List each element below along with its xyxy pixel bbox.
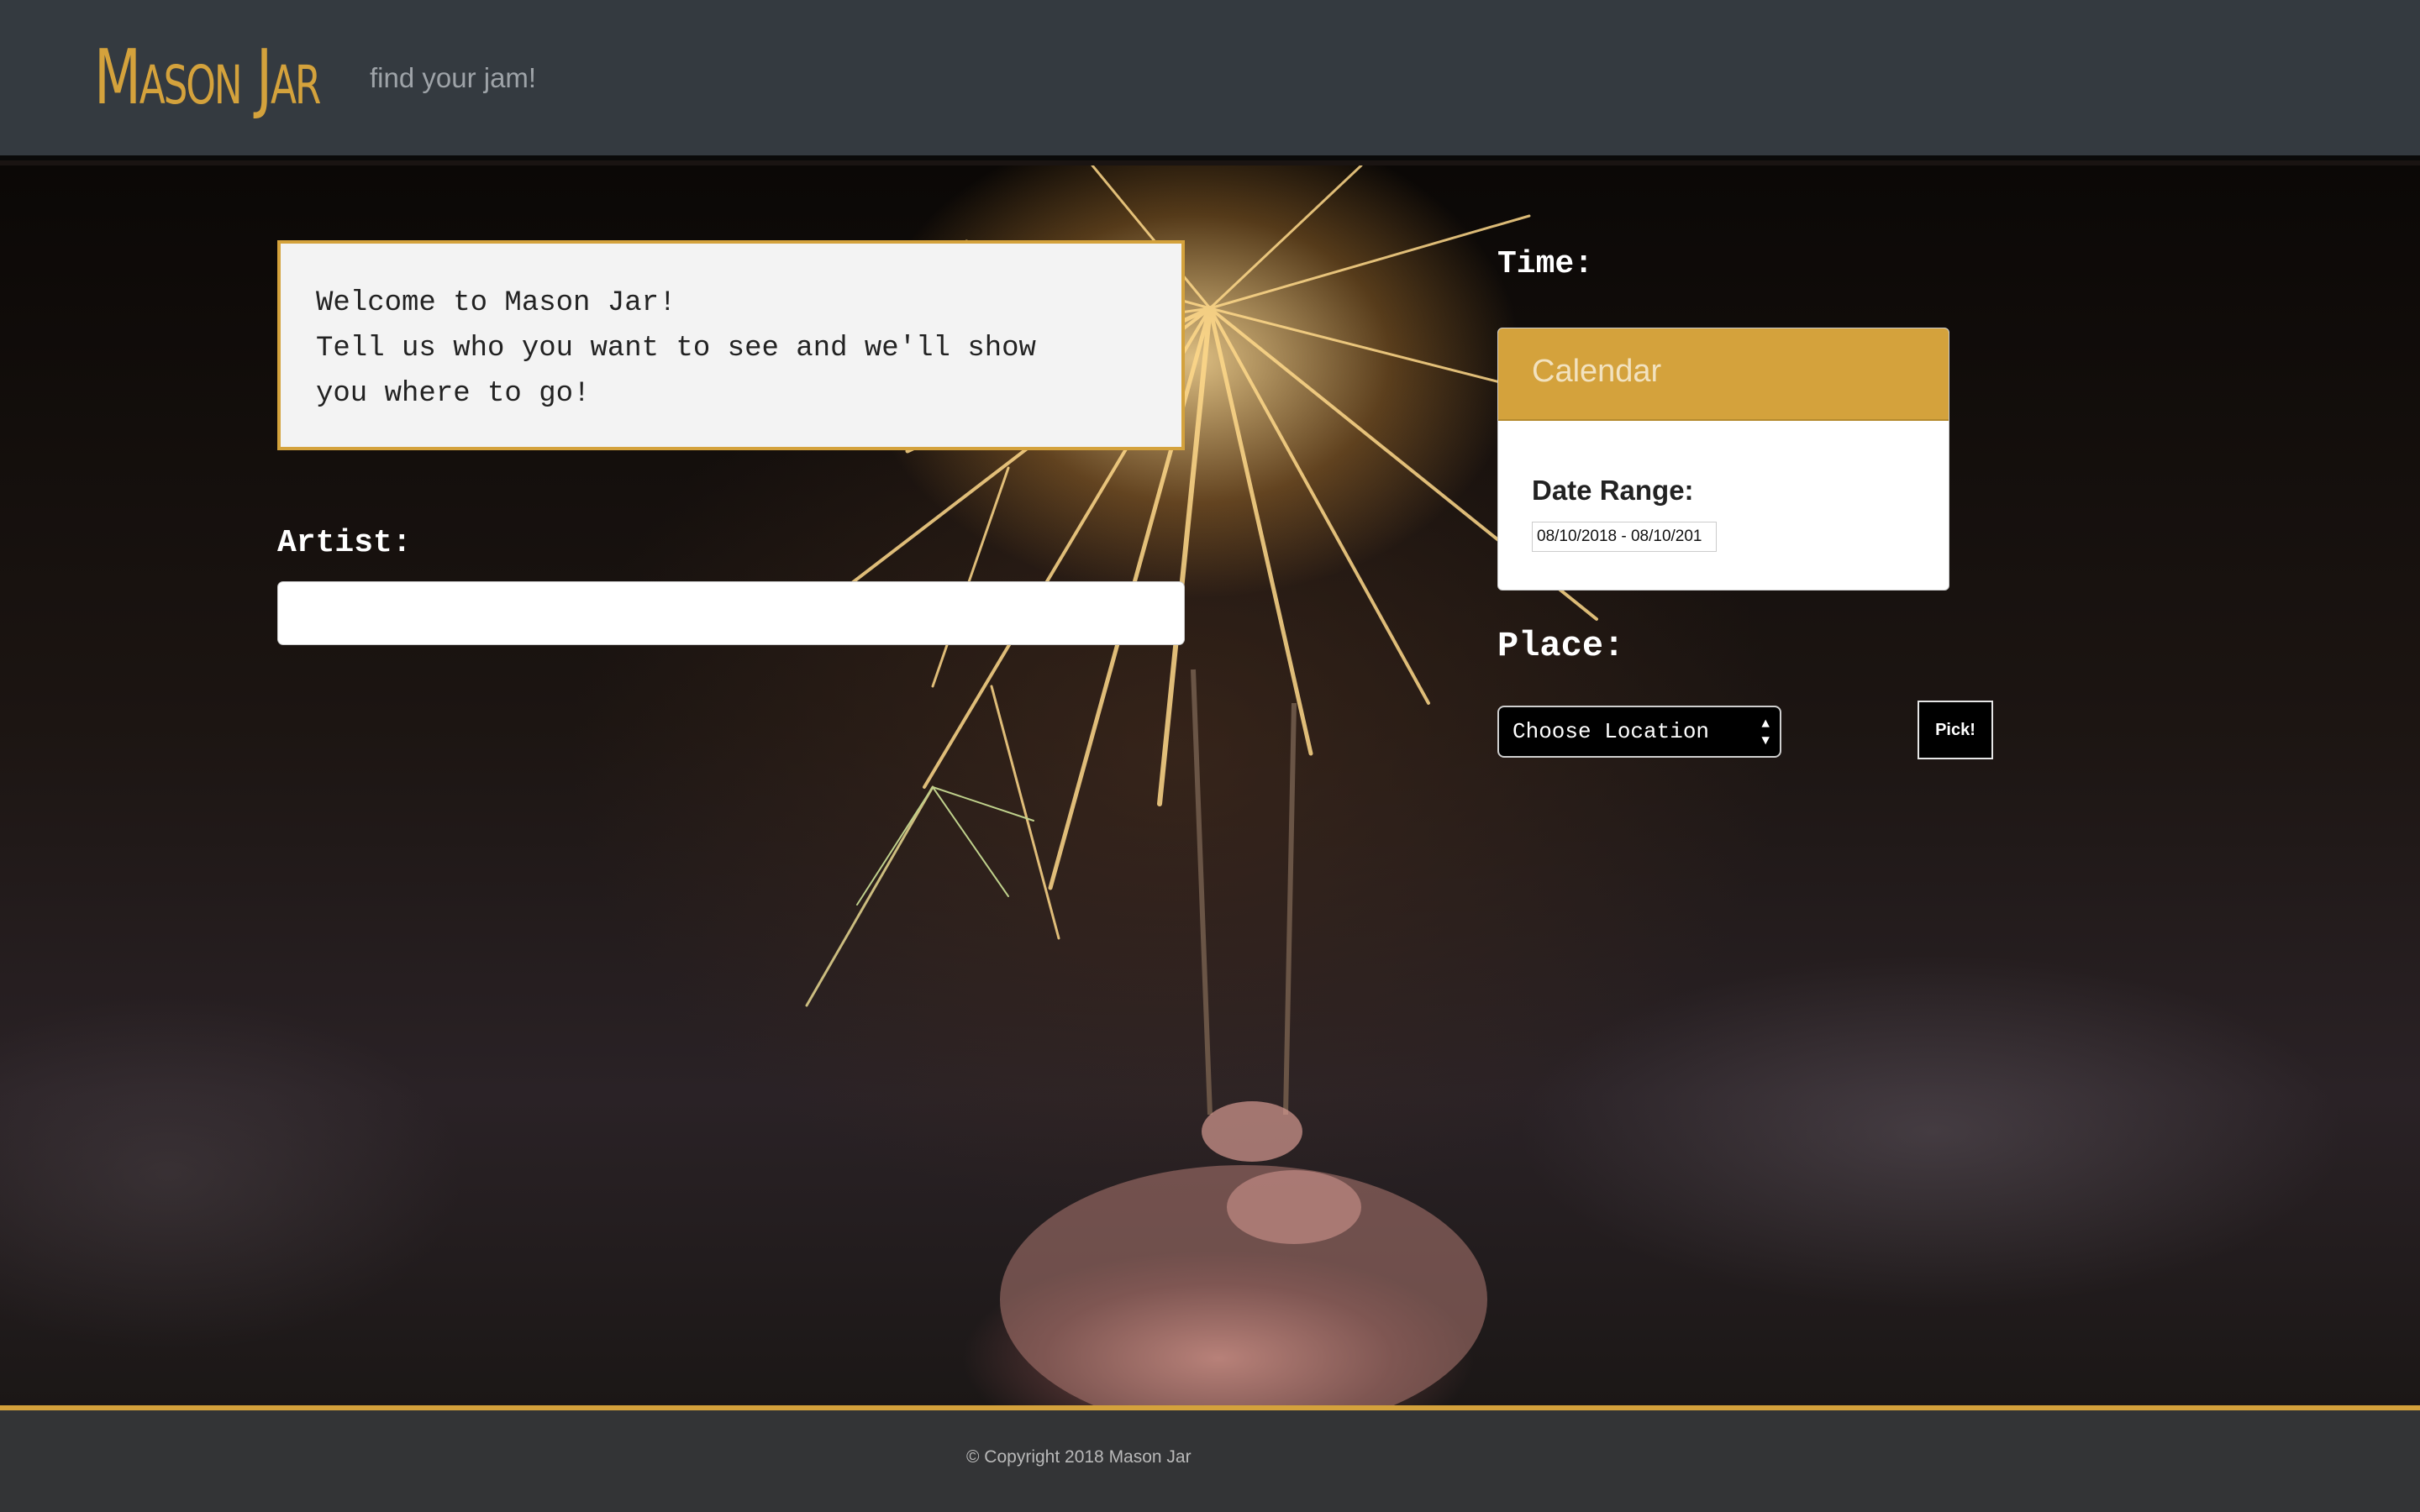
location-select[interactable]: Choose Location ▲ ▼	[1497, 706, 1781, 758]
welcome-line: Welcome to Mason Jar!	[316, 287, 676, 319]
brand-logo[interactable]: Mason Jar	[94, 32, 321, 124]
date-range-label: Date Range:	[1532, 475, 1694, 506]
pick-button[interactable]: Pick!	[1918, 701, 1993, 759]
updown-arrows-icon: ▲ ▼	[1761, 717, 1770, 748]
welcome-message: Welcome to Mason Jar! Tell us who you wa…	[277, 240, 1185, 450]
time-label: Time:	[1497, 246, 1594, 282]
calendar-card: Calendar Date Range: 08/10/2018 - 08/10/…	[1497, 328, 1949, 591]
artist-label: Artist:	[277, 525, 412, 561]
site-header: Mason Jar find your jam!	[0, 0, 2420, 160]
copyright-text: © Copyright 2018 Mason Jar	[966, 1447, 1192, 1467]
tagline: find your jam!	[370, 62, 537, 93]
welcome-line: you where to go!	[316, 378, 591, 410]
date-range-input[interactable]: 08/10/2018 - 08/10/201	[1532, 522, 1717, 552]
place-label: Place:	[1497, 626, 1625, 666]
location-select-value: Choose Location	[1512, 719, 1710, 744]
artist-input[interactable]	[277, 581, 1185, 645]
calendar-title: Calendar	[1498, 328, 1949, 421]
hero-background: Welcome to Mason Jar! Tell us who you wa…	[0, 165, 2420, 1405]
welcome-line: Tell us who you want to see and we'll sh…	[316, 333, 1036, 365]
site-footer: © Copyright 2018 Mason Jar	[0, 1405, 2420, 1512]
